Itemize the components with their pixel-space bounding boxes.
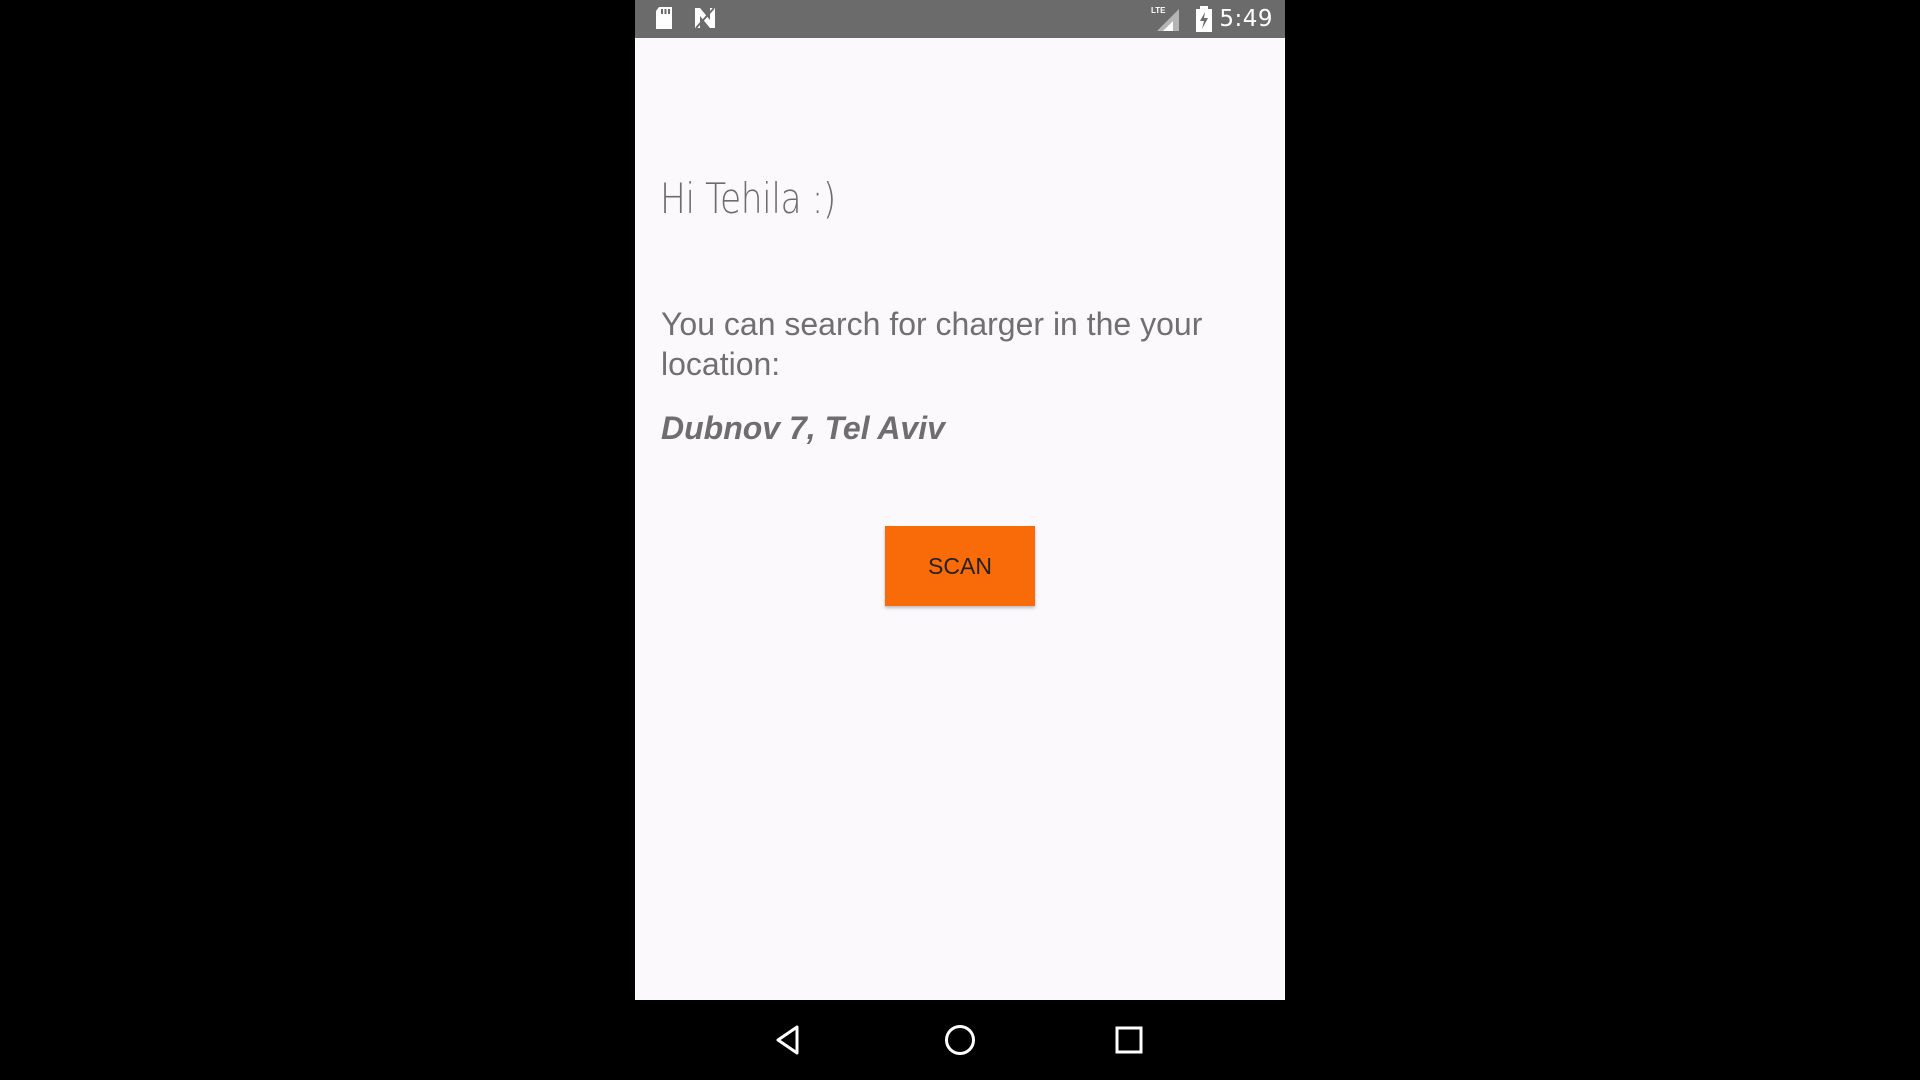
screen: LTE 5:49 Hi Tehila :) You can search for… (0, 0, 1920, 1080)
scan-button[interactable]: SCAN (885, 526, 1035, 606)
back-icon[interactable] (769, 1020, 809, 1060)
lte-signal-icon: LTE (1151, 5, 1181, 38)
app-content: Hi Tehila :) You can search for charger … (635, 38, 1285, 1000)
status-bar: LTE 5:49 (635, 0, 1285, 38)
status-bar-clock: 5:49 (1219, 6, 1273, 32)
sd-card-icon (654, 6, 674, 35)
home-icon[interactable] (940, 1020, 980, 1060)
battery-charging-icon (1196, 6, 1212, 37)
location-text: Dubnov 7, Tel Aviv (661, 410, 945, 446)
n-notification-icon (692, 6, 718, 35)
greeting-text: Hi Tehila :) (660, 174, 836, 223)
recents-icon[interactable] (1109, 1020, 1149, 1060)
phone-screen: LTE 5:49 Hi Tehila :) You can search for… (635, 0, 1285, 1080)
search-info-text: You can search for charger in the your l… (661, 306, 1203, 382)
navigation-bar (635, 1000, 1285, 1080)
lte-label: LTE (1151, 6, 1166, 15)
